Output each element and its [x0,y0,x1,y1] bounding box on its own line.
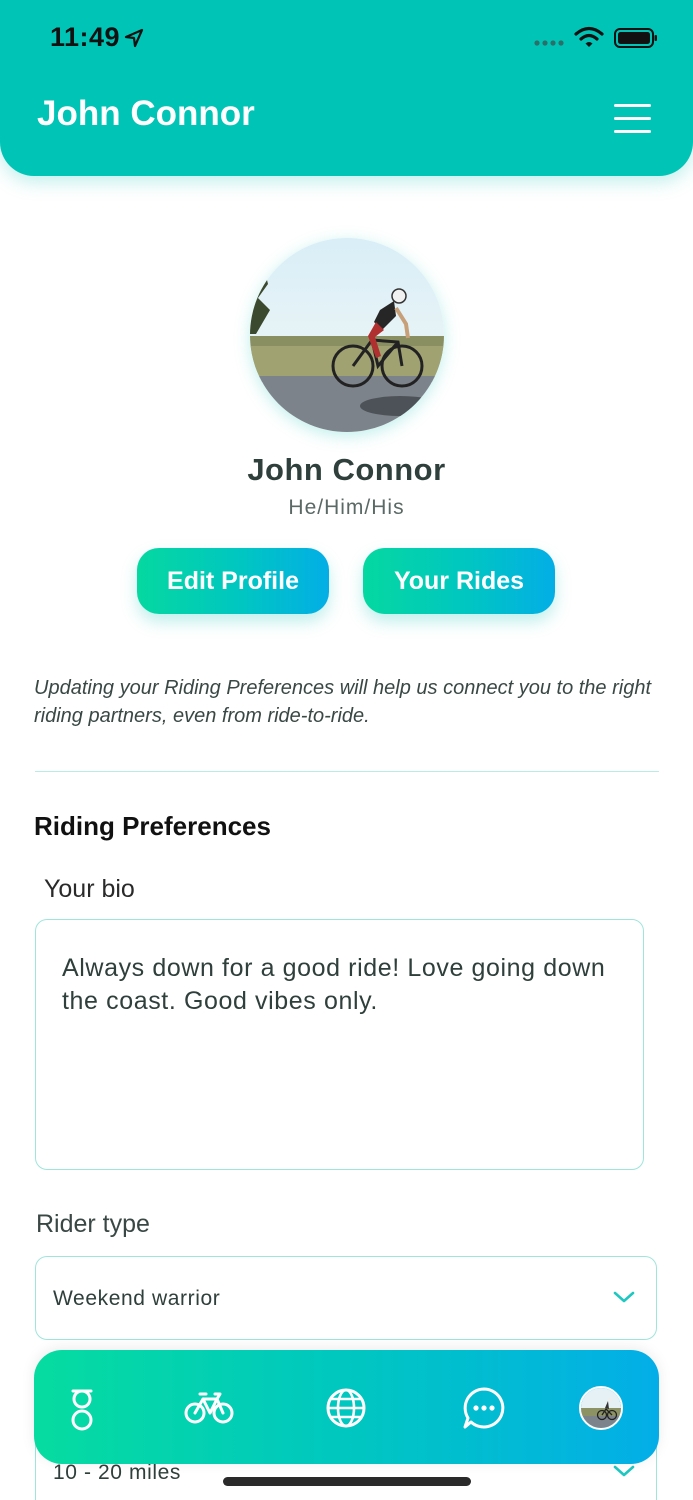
bio-label: Your bio [44,875,135,903]
profile-name: John Connor [247,452,446,487]
tab-explore[interactable] [316,1378,376,1438]
rider-type-value: Weekend warrior [53,1287,221,1310]
section-title: Riding Preferences [34,811,271,841]
bicycle-icon [184,1392,234,1424]
tab-messages[interactable] [454,1378,514,1438]
bottom-tab-bar [34,1350,659,1464]
rider-type-label: Rider type [36,1210,150,1238]
preferences-info-note: Updating your Riding Preferences will he… [34,677,652,727]
profile-avatar-icon [579,1386,623,1430]
chevron-down-icon [613,1291,635,1303]
cyclist-photo [250,238,444,432]
your-rides-button[interactable]: Your Rides [363,548,555,614]
hamburger-menu-icon[interactable] [612,102,654,136]
distance-value: 10 - 20 miles [53,1461,182,1484]
globe-icon [326,1388,366,1428]
profile-pronouns: He/Him/His [288,496,405,519]
app-logo-icon [71,1389,93,1431]
home-indicator [223,1477,471,1486]
status-time: 11:49 [50,22,121,52]
header-bar: 11:49 John Connor [0,0,693,176]
wifi-icon [574,26,604,47]
chevron-down-icon [613,1465,635,1477]
profile-avatar [250,238,444,432]
rider-type-select[interactable]: Weekend warrior [35,1256,657,1340]
tab-home[interactable] [52,1378,112,1438]
page-title: John Connor [37,94,255,133]
chat-bubble-icon [463,1387,505,1429]
tab-profile[interactable] [571,1378,631,1438]
location-arrow-icon [124,28,144,48]
tab-rides[interactable] [179,1378,239,1438]
section-divider [35,771,659,772]
edit-profile-button[interactable]: Edit Profile [137,548,329,614]
bio-textarea[interactable]: Always down for a good ride! Love going … [35,919,644,1170]
battery-icon [614,28,657,48]
signal-icon [534,40,564,46]
